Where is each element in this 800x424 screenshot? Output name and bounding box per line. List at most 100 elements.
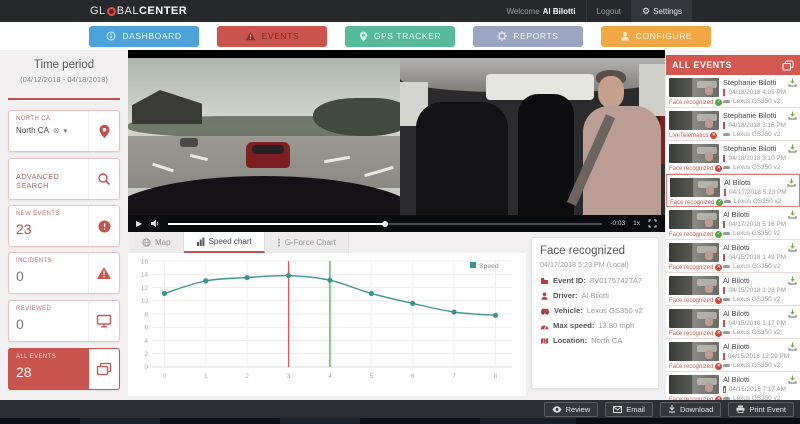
counter-incidents[interactable]: INCIDENTS 0 [8,252,120,294]
pages-icon[interactable] [782,60,794,71]
playback-rate[interactable]: 1x [633,220,640,227]
detail-max-speed: Max speed: 13.80 mph [540,321,650,330]
event-thumbnail[interactable] [670,178,720,197]
download-event-icon[interactable] [787,178,796,187]
event-list-item[interactable]: Face recognized ✕ Al Bilotti 04/15/2018 … [666,372,800,400]
region-select[interactable]: North CA ⊗ ▾ [16,126,88,135]
logo-text-gl: GL [90,5,106,17]
print-event-button[interactable]: Print Event [728,402,794,417]
download-icon [668,405,676,413]
email-button[interactable]: Email [605,402,653,417]
volume-icon[interactable] [150,219,160,228]
search-icon [97,172,111,186]
event-thumbnail[interactable] [669,78,719,97]
calendar-icon [723,122,725,129]
counter-reviewed[interactable]: REVIEWED 0 [8,300,120,342]
svg-text:16: 16 [141,258,149,265]
event-thumbnail[interactable] [669,210,719,229]
event-thumbnail[interactable] [669,144,719,163]
events-panel-title: ALL EVENTS [672,60,732,70]
events-list[interactable]: Face recognized ✓ Stephanie Bilotti 04/1… [666,75,800,400]
event-thumbnail[interactable] [669,342,719,361]
fullscreen-icon[interactable] [648,219,657,228]
review-button[interactable]: Review [544,402,599,417]
status-icon: ✓ [715,231,722,238]
event-date: 04/15/2018 1:49 PM [723,253,786,262]
download-event-icon[interactable] [788,210,797,219]
car-icon [723,133,730,137]
car-icon [723,298,730,302]
nav-gps-tracker[interactable]: GPS TRACKER [345,26,455,47]
nav-events[interactable]: EVENTS [217,26,327,47]
seek-knob[interactable] [382,221,388,227]
status-icon: ✕ [715,363,722,370]
reports-icon [497,31,507,41]
event-list-item[interactable]: Face recognized ✕ Al Bilotti 04/15/2018 … [666,273,800,306]
svg-text:0: 0 [144,364,148,371]
event-date: 04/18/2018 3:16 PM [723,121,786,130]
event-thumbnail[interactable] [669,111,719,130]
event-thumbnail[interactable] [669,309,719,328]
event-list-item[interactable]: Face recognized ✕ Al Bilotti 04/15/2018 … [666,240,800,273]
download-event-icon[interactable] [788,111,797,120]
event-details-card: Face recognized 04/17/2018 5:23 PM (Loca… [531,237,659,389]
app-logo: GL BAL CENTER [90,0,187,22]
tab-speed-chart[interactable]: Speed chart [184,232,265,253]
counter-all-events[interactable]: ALL EVENTS 28 [8,348,120,390]
download-event-icon[interactable] [788,144,797,153]
settings-button[interactable]: ⚙ Settings [631,0,692,22]
event-thumbnail[interactable] [669,243,719,262]
play-button[interactable]: ▶ [136,220,142,228]
region-label: NORTH CA [16,116,88,122]
speed-point [162,291,167,296]
nav-configure[interactable]: CONFIGURE [601,26,711,47]
map-pin-icon [98,124,111,139]
svg-text:4: 4 [328,373,332,380]
speed-chart: 0246810121416012345678Speed [128,253,524,393]
calendar-icon [723,89,725,96]
event-list-item[interactable]: Face recognized ✕ Stephanie Bilotti 04/1… [666,141,800,174]
folder-icon [540,277,549,285]
advanced-search-card[interactable]: ADVANCED SEARCH [8,158,120,200]
alert-badge-icon [97,219,112,234]
speed-point [369,291,374,296]
calendar-icon [723,386,726,393]
download-event-icon[interactable] [788,243,797,252]
download-event-icon[interactable] [788,342,797,351]
event-list-item[interactable]: Face recognized ✕ Al Bilotti 04/15/2018 … [666,306,800,339]
counter-new-events[interactable]: NEW EVENTS 23 [8,205,120,247]
time-period-range[interactable]: (04/12/2018 - 04/18/2018) [0,75,128,84]
calendar-icon [724,189,726,196]
event-list-item[interactable]: Face recognized ✓ Al Bilotti 04/17/2018 … [666,174,800,207]
event-thumbnail[interactable] [669,276,719,295]
event-status: Face recognized ✓ [669,99,722,106]
event-driver-name: Al Bilotti [723,309,786,319]
video-player[interactable]: ▶ -0:03 1x [128,50,665,232]
tab-g-force-chart[interactable]: G-Force Chart [265,232,349,253]
download-event-icon[interactable] [788,78,797,87]
seek-bar[interactable] [168,223,602,225]
download-button[interactable]: Download [660,402,721,417]
event-thumbnail[interactable] [669,375,719,394]
event-list-item[interactable]: Face recognized ✓ Al Bilotti 04/17/2018 … [666,207,800,240]
download-event-icon[interactable] [788,309,797,318]
event-list-item[interactable]: Face recognized ✓ Stephanie Bilotti 04/1… [666,75,800,108]
gps-tracker-icon [359,31,368,42]
speed-point [327,278,332,283]
event-status-label: Face recognized [669,100,713,106]
nav-dashboard[interactable]: DASHBOARD [89,26,199,47]
download-event-icon[interactable] [788,375,797,384]
gear-icon: ⚙ [642,6,650,17]
logout-link[interactable]: Logout [586,0,631,22]
chevron-down-icon[interactable]: ▾ [64,127,68,135]
event-list-item[interactable]: Face recognized ✕ Al Bilotti 04/15/2018 … [666,339,800,372]
event-status-label: Face recognized [669,166,713,172]
clear-region-icon[interactable]: ⊗ [53,126,60,135]
car-icon [723,166,730,170]
download-event-icon[interactable] [788,276,797,285]
advanced-search-button[interactable] [88,159,119,199]
event-list-item[interactable]: LiveTelematics ✕ Stephanie Bilotti 04/18… [666,108,800,141]
tab-map[interactable]: Map [130,232,184,253]
region-map-button[interactable] [88,111,119,151]
nav-reports[interactable]: REPORTS [473,26,583,47]
